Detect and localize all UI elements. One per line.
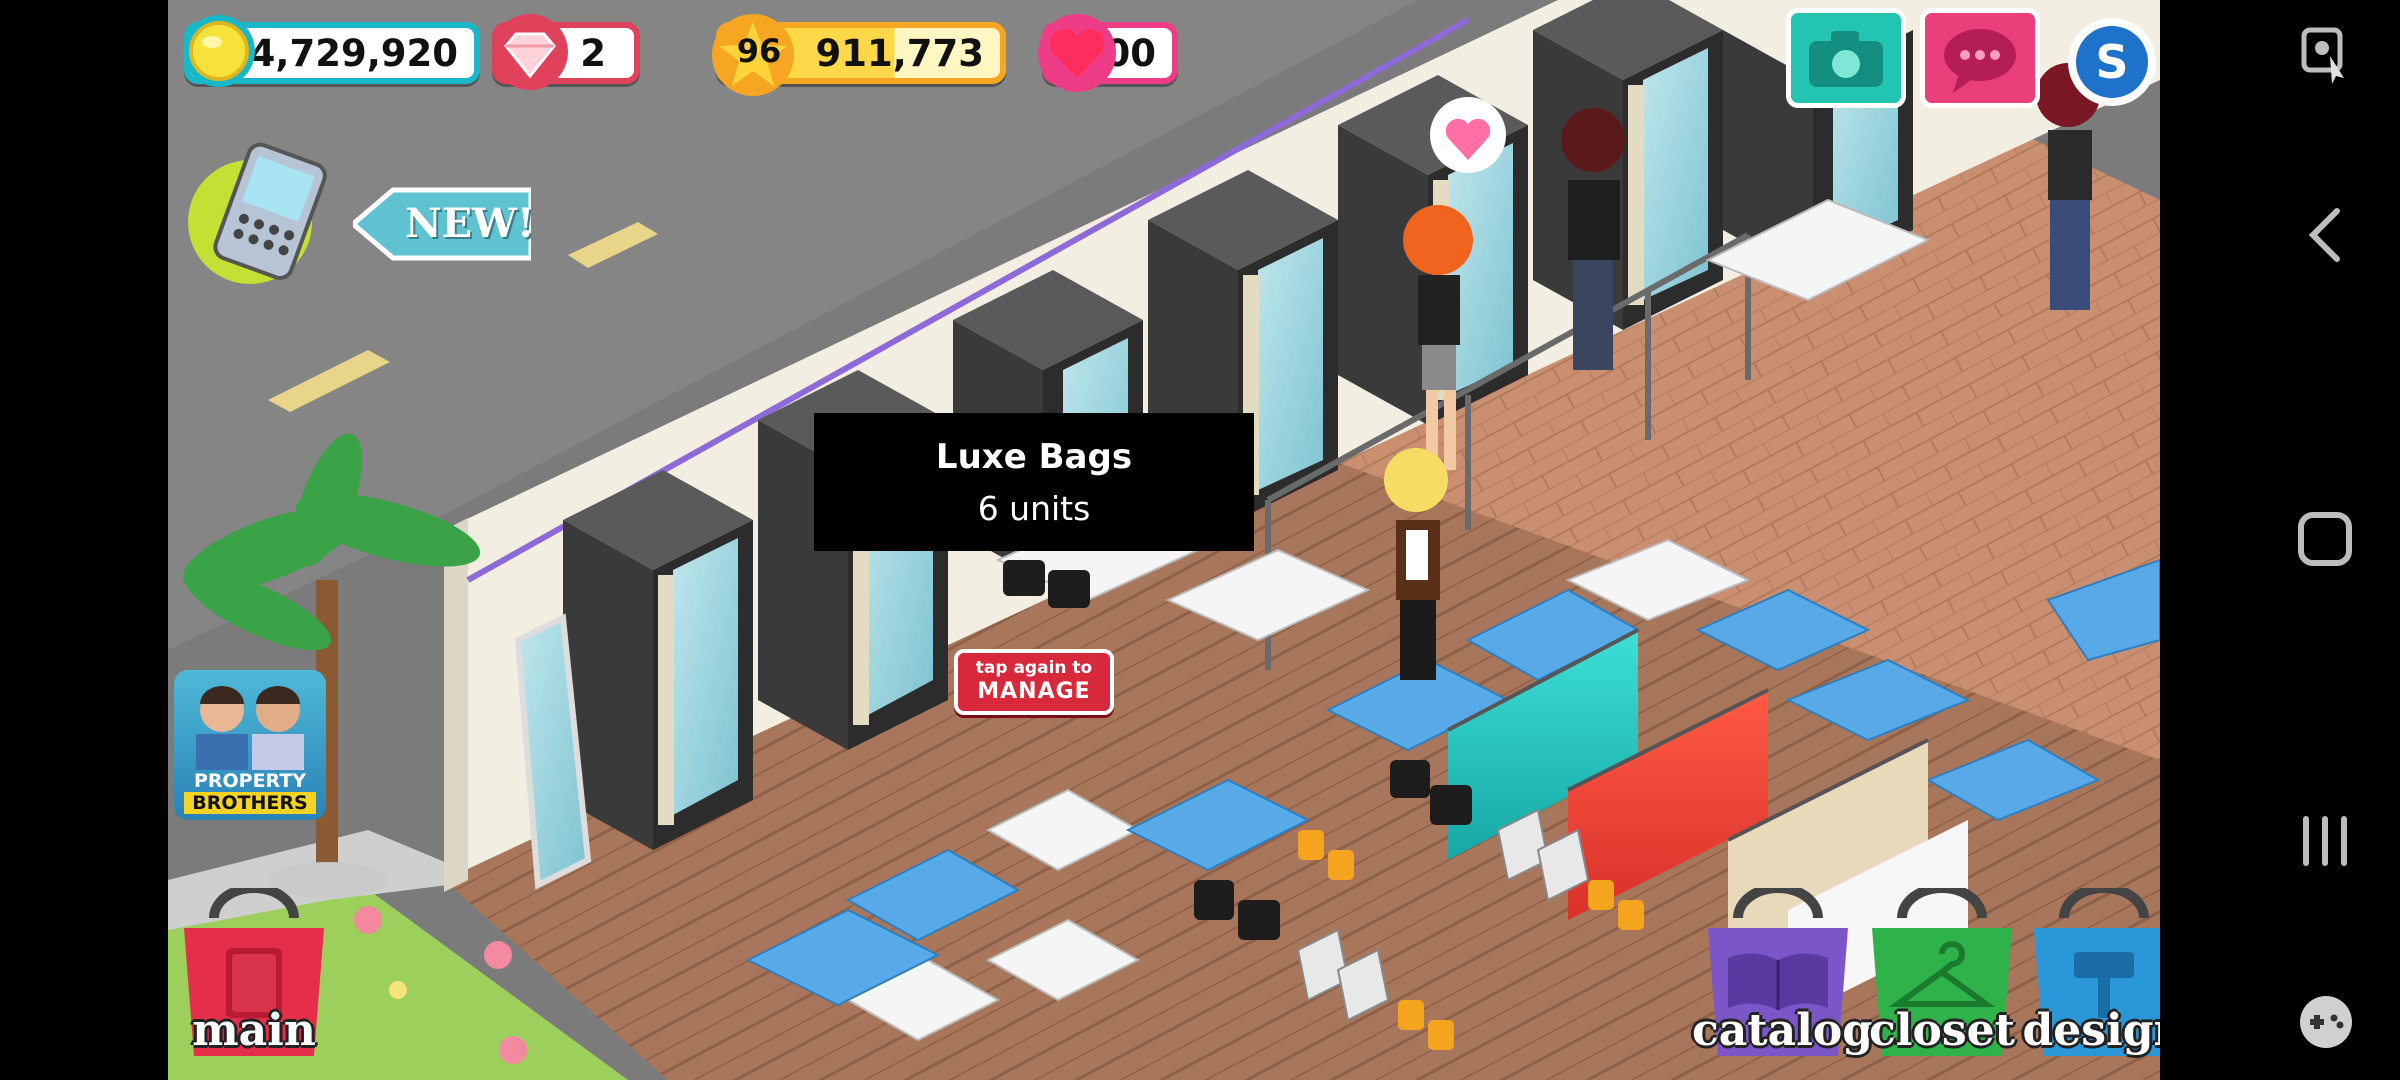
camera-icon (1809, 31, 1883, 87)
game-tools-button[interactable] (2296, 994, 2356, 1054)
screenshot-button[interactable] (2300, 26, 2352, 90)
gamepad-icon (2300, 996, 2352, 1048)
item-tooltip: Luxe Bags 6 units (814, 413, 1254, 551)
phone-button[interactable] (182, 132, 332, 292)
home-icon (2298, 512, 2352, 566)
level-value: 96 (736, 32, 782, 70)
back-icon (2308, 208, 2340, 262)
screenshot-icon (2301, 27, 2344, 84)
promo-line2: BROTHERS (184, 792, 316, 814)
property-brothers-promo[interactable]: PROPERTY BROTHERS (174, 670, 326, 820)
design-label: design (2022, 1005, 2160, 1056)
camera-button[interactable] (1786, 8, 1906, 108)
new-badge: NEW! (353, 186, 535, 262)
game-viewport[interactable]: 14,729,920 2 911,773 96 100 NEW! S Luxe … (168, 0, 2160, 1080)
social-s-icon: S (2068, 18, 2156, 106)
xp-value: 911,773 (815, 31, 984, 75)
gem-icon (490, 12, 570, 96)
main-button[interactable]: main (174, 883, 334, 1058)
manage-hint: tap again to (975, 658, 1093, 678)
coin-icon (180, 12, 258, 94)
closet-button[interactable]: closet (1862, 883, 2022, 1058)
chat-button[interactable] (1920, 8, 2040, 108)
manage-button[interactable]: tap again to MANAGE (954, 649, 1114, 715)
recents-icon (2303, 816, 2347, 866)
recents-button[interactable] (2298, 815, 2352, 871)
heart-icon (1036, 12, 1118, 98)
phone-icon (188, 142, 327, 284)
promo-line1: PROPERTY (193, 770, 307, 792)
new-badge-label: NEW! (405, 200, 535, 247)
back-button[interactable] (2303, 205, 2347, 269)
manage-label: MANAGE (977, 679, 1091, 704)
brothers-portrait (196, 686, 304, 770)
chat-icon (1944, 29, 2016, 93)
tooltip-units: 6 units (977, 489, 1091, 528)
svg-text:S: S (2095, 35, 2128, 89)
social-button[interactable]: S (2066, 16, 2158, 108)
main-label: main (192, 1005, 316, 1056)
tooltip-title: Luxe Bags (935, 437, 1133, 477)
catalog-button[interactable]: catalog (1692, 883, 1873, 1058)
coins-value: 14,729,920 (223, 31, 458, 75)
closet-label: closet (1869, 1005, 2015, 1056)
catalog-label: catalog (1692, 1005, 1873, 1056)
gems-value: 2 (580, 31, 606, 75)
design-button[interactable]: design (2022, 883, 2160, 1058)
home-button[interactable] (2296, 510, 2354, 572)
